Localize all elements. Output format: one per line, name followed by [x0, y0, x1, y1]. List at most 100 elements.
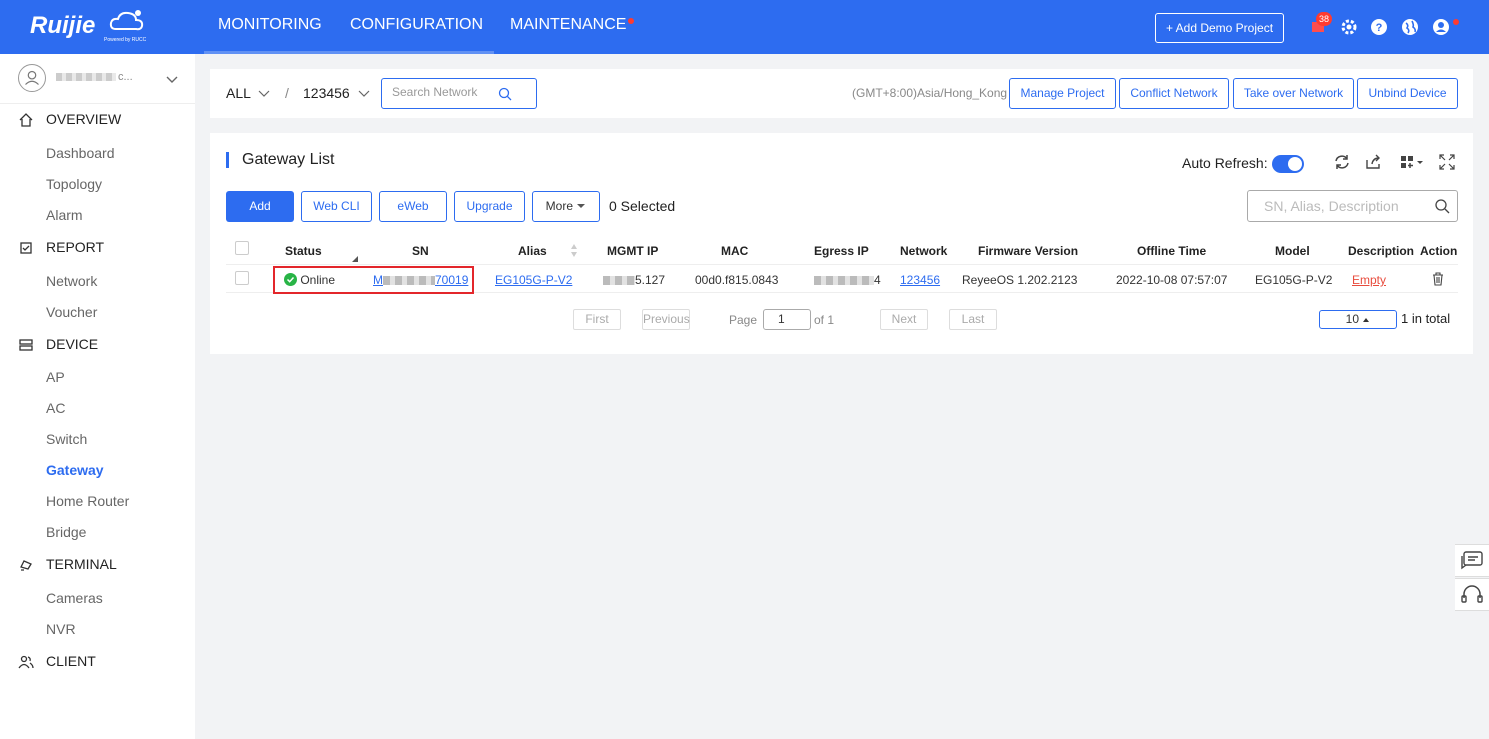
- sidebar-section-overview[interactable]: OVERVIEW: [0, 106, 195, 134]
- sidebar-section-client[interactable]: CLIENT: [0, 648, 195, 676]
- cloud-icon: [109, 10, 144, 31]
- device-search-input[interactable]: [1264, 198, 1424, 214]
- column-header-description[interactable]: Description: [1348, 244, 1414, 258]
- page-size-select[interactable]: 10: [1319, 310, 1397, 329]
- sidebar-item-voucher[interactable]: Voucher: [46, 304, 97, 320]
- search-icon[interactable]: [1435, 199, 1450, 214]
- scope-selector[interactable]: ALL: [226, 85, 270, 101]
- sidebar-section-report[interactable]: REPORT: [0, 234, 195, 262]
- sidebar-section-label: DEVICE: [46, 336, 99, 352]
- sidebar-item-dashboard[interactable]: Dashboard: [46, 145, 115, 161]
- sidebar-section-label: TERMINAL: [46, 556, 117, 572]
- fullscreen-icon[interactable]: [1438, 153, 1456, 171]
- sidebar-section-device[interactable]: DEVICE: [0, 331, 195, 359]
- refresh-icon[interactable]: [1333, 153, 1351, 171]
- sidebar-section-terminal[interactable]: TERMINAL: [0, 551, 195, 579]
- add-demo-project-button[interactable]: + Add Demo Project: [1155, 13, 1284, 43]
- auto-refresh-toggle[interactable]: [1272, 155, 1304, 173]
- device-search-field[interactable]: [1247, 190, 1458, 222]
- powered-by-text: Powered by RUCC: [104, 37, 147, 43]
- column-header-egress-ip[interactable]: Egress IP: [814, 244, 869, 258]
- column-header-alias[interactable]: Alias: [518, 244, 547, 258]
- sidebar-item-ap[interactable]: AP: [46, 369, 65, 385]
- upgrade-button[interactable]: Upgrade: [454, 191, 525, 222]
- avatar-icon: [18, 64, 46, 92]
- unbind-device-button[interactable]: Unbind Device: [1357, 78, 1458, 109]
- page-of-label: of 1: [814, 313, 835, 327]
- mac-cell: 00d0.f815.0843: [695, 273, 779, 287]
- sidebar-item-cameras[interactable]: Cameras: [46, 590, 103, 606]
- nav-maintenance[interactable]: MAINTENANCE: [510, 16, 626, 34]
- network-link[interactable]: 123456: [900, 273, 940, 287]
- timezone-label: (GMT+8:00)Asia/Hong_Kong: [852, 86, 1008, 100]
- settings-gear-icon[interactable]: [1339, 17, 1359, 37]
- sort-indicator-icon[interactable]: [351, 255, 359, 263]
- sort-arrows-icon[interactable]: [570, 243, 578, 258]
- support-button[interactable]: [1455, 578, 1489, 611]
- client-users-icon: [18, 655, 34, 669]
- sidebar-item-network[interactable]: Network: [46, 273, 97, 289]
- web-cli-button[interactable]: Web CLI: [301, 191, 372, 222]
- column-header-model[interactable]: Model: [1275, 244, 1310, 258]
- highlight-box: [273, 266, 474, 294]
- column-header-mgmt-ip[interactable]: MGMT IP: [607, 244, 658, 258]
- search-network-input[interactable]: [392, 85, 502, 99]
- ruijie-logo[interactable]: Ruijie Powered by RUCC: [28, 8, 153, 48]
- top-bar: Ruijie Powered by RUCC MONITORING CONFIG…: [0, 0, 1489, 54]
- search-network-field[interactable]: [381, 78, 537, 109]
- chevron-down-icon[interactable]: [165, 72, 179, 86]
- network-selector[interactable]: 123456: [303, 85, 370, 101]
- previous-page-button[interactable]: Previous: [642, 309, 690, 330]
- alias-link[interactable]: EG105G-P-V2: [495, 273, 572, 287]
- user-selector[interactable]: c...: [0, 54, 195, 104]
- breadcrumb-separator: /: [285, 85, 289, 101]
- nav-monitoring[interactable]: MONITORING: [218, 16, 322, 34]
- row-checkbox[interactable]: [235, 271, 249, 285]
- sidebar-item-gateway[interactable]: Gateway: [46, 462, 104, 478]
- select-all-checkbox[interactable]: [235, 241, 249, 255]
- column-settings-icon[interactable]: [1399, 153, 1425, 171]
- model-cell: EG105G-P-V2: [1255, 273, 1333, 287]
- more-dropdown-button[interactable]: More: [532, 191, 600, 222]
- sidebar-item-home-router[interactable]: Home Router: [46, 493, 129, 509]
- column-header-offline-time[interactable]: Offline Time: [1137, 244, 1206, 258]
- globe-icon[interactable]: [1400, 17, 1420, 37]
- first-page-button[interactable]: First: [573, 309, 621, 330]
- eweb-button[interactable]: eWeb: [379, 191, 447, 222]
- more-label: More: [545, 199, 573, 213]
- sidebar-item-topology[interactable]: Topology: [46, 176, 102, 192]
- sidebar-item-ac[interactable]: AC: [46, 400, 65, 416]
- delete-trash-icon[interactable]: [1432, 272, 1444, 286]
- column-header-firmware-version[interactable]: Firmware Version: [978, 244, 1078, 258]
- sidebar-item-nvr[interactable]: NVR: [46, 621, 76, 637]
- column-header-mac[interactable]: MAC: [721, 244, 748, 258]
- column-header-network[interactable]: Network: [900, 244, 947, 258]
- conflict-network-button[interactable]: Conflict Network: [1119, 78, 1229, 109]
- add-button[interactable]: Add: [226, 191, 294, 222]
- next-page-button[interactable]: Next: [880, 309, 928, 330]
- firmware-cell: ReyeeOS 1.202.2123: [962, 273, 1078, 287]
- manage-project-button[interactable]: Manage Project: [1009, 78, 1116, 109]
- user-account-icon[interactable]: [1431, 17, 1451, 37]
- nav-configuration[interactable]: CONFIGURATION: [350, 16, 483, 34]
- nav-active-indicator: [204, 51, 494, 54]
- column-header-status[interactable]: Status: [285, 244, 322, 258]
- help-icon[interactable]: ?: [1369, 17, 1389, 37]
- page-number-input[interactable]: 1: [763, 309, 811, 330]
- feedback-button[interactable]: [1455, 544, 1489, 577]
- gateway-list-panel: Gateway List Auto Refresh: Add Web CLI e…: [210, 133, 1473, 354]
- offline-time-cell: 2022-10-08 07:57:07: [1116, 273, 1228, 287]
- sidebar-item-alarm[interactable]: Alarm: [46, 207, 83, 223]
- notification-badge: 38: [1316, 12, 1332, 26]
- egress-ip-cell: 4: [814, 273, 881, 287]
- export-icon[interactable]: [1364, 153, 1382, 171]
- headset-support-icon: [1461, 585, 1483, 603]
- description-link[interactable]: Empty: [1352, 273, 1386, 287]
- sidebar-item-bridge[interactable]: Bridge: [46, 524, 86, 540]
- last-page-button[interactable]: Last: [949, 309, 997, 330]
- search-icon[interactable]: [498, 87, 512, 101]
- column-header-sn[interactable]: SN: [412, 244, 429, 258]
- sidebar-item-switch[interactable]: Switch: [46, 431, 87, 447]
- take-over-network-button[interactable]: Take over Network: [1233, 78, 1354, 109]
- sidebar-section-label: CLIENT: [46, 653, 96, 669]
